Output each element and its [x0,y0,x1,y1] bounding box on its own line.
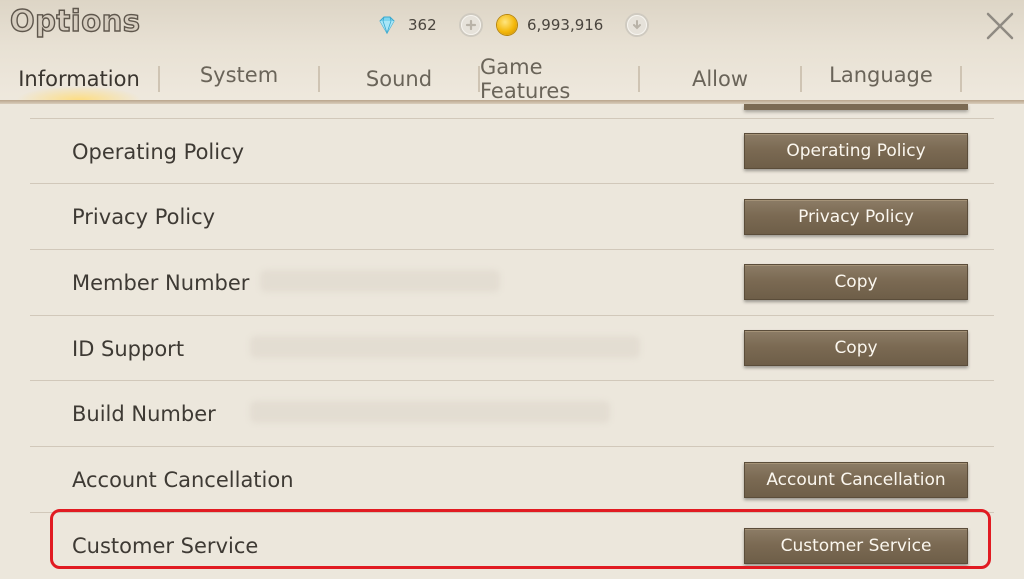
tab-information[interactable]: Information [8,58,150,100]
row-label: ID Support [72,337,185,361]
list-row-operating-policy: Operating Policy Operating Policy [30,118,994,185]
tab-sound[interactable]: Sound [320,58,478,100]
list-row-build-number: Build Number [30,380,994,447]
download-arrow-icon[interactable] [627,15,648,35]
row-label: Operating Policy [72,140,245,164]
diamond-icon [379,16,395,35]
list-row-privacy-policy: Privacy Policy Privacy Policy [30,183,994,250]
plus-icon[interactable] [460,15,481,35]
copy-id-support-button[interactable]: Copy [744,330,968,366]
gold-currency: 6,993,916 [497,12,648,38]
redacted-value [250,401,610,423]
gem-count: 362 [408,16,437,34]
tab-game-features[interactable]: Game Features [480,55,638,103]
copy-member-number-button[interactable]: Copy [744,264,968,300]
redacted-value [250,336,640,358]
scrolled-button-edge [744,104,968,110]
list-row-customer-service: Customer Service Customer Service [30,512,994,579]
gem-currency: 362 [376,12,481,38]
row-label: Account Cancellation [72,468,294,492]
list-row-account-cancellation: Account Cancellation Account Cancellatio… [30,446,994,513]
row-label: Build Number [72,402,216,426]
row-label: Privacy Policy [72,205,216,229]
tab-allow[interactable]: Allow [640,58,800,100]
redacted-value [260,270,500,292]
operating-policy-button[interactable]: Operating Policy [744,133,968,169]
tab-system[interactable]: System [160,54,318,96]
window-title: Options [9,3,141,38]
gold-coin-icon [497,15,517,35]
tab-bar: Information System Sound Game Features A… [0,55,1024,103]
list-row-member-number: Member Number Copy [30,249,994,316]
tab-language[interactable]: Language [802,54,960,96]
list-row-id-support: ID Support Copy [30,315,994,382]
privacy-policy-button[interactable]: Privacy Policy [744,199,968,235]
row-label: Member Number [72,271,250,295]
close-x-icon[interactable] [984,10,1016,42]
account-cancellation-button[interactable]: Account Cancellation [744,462,968,498]
customer-service-button[interactable]: Customer Service [744,528,968,564]
information-list: Operating Policy Operating Policy Privac… [30,104,994,574]
row-label: Customer Service [72,534,259,558]
tab-separator [960,66,962,92]
gold-count: 6,993,916 [527,16,604,34]
